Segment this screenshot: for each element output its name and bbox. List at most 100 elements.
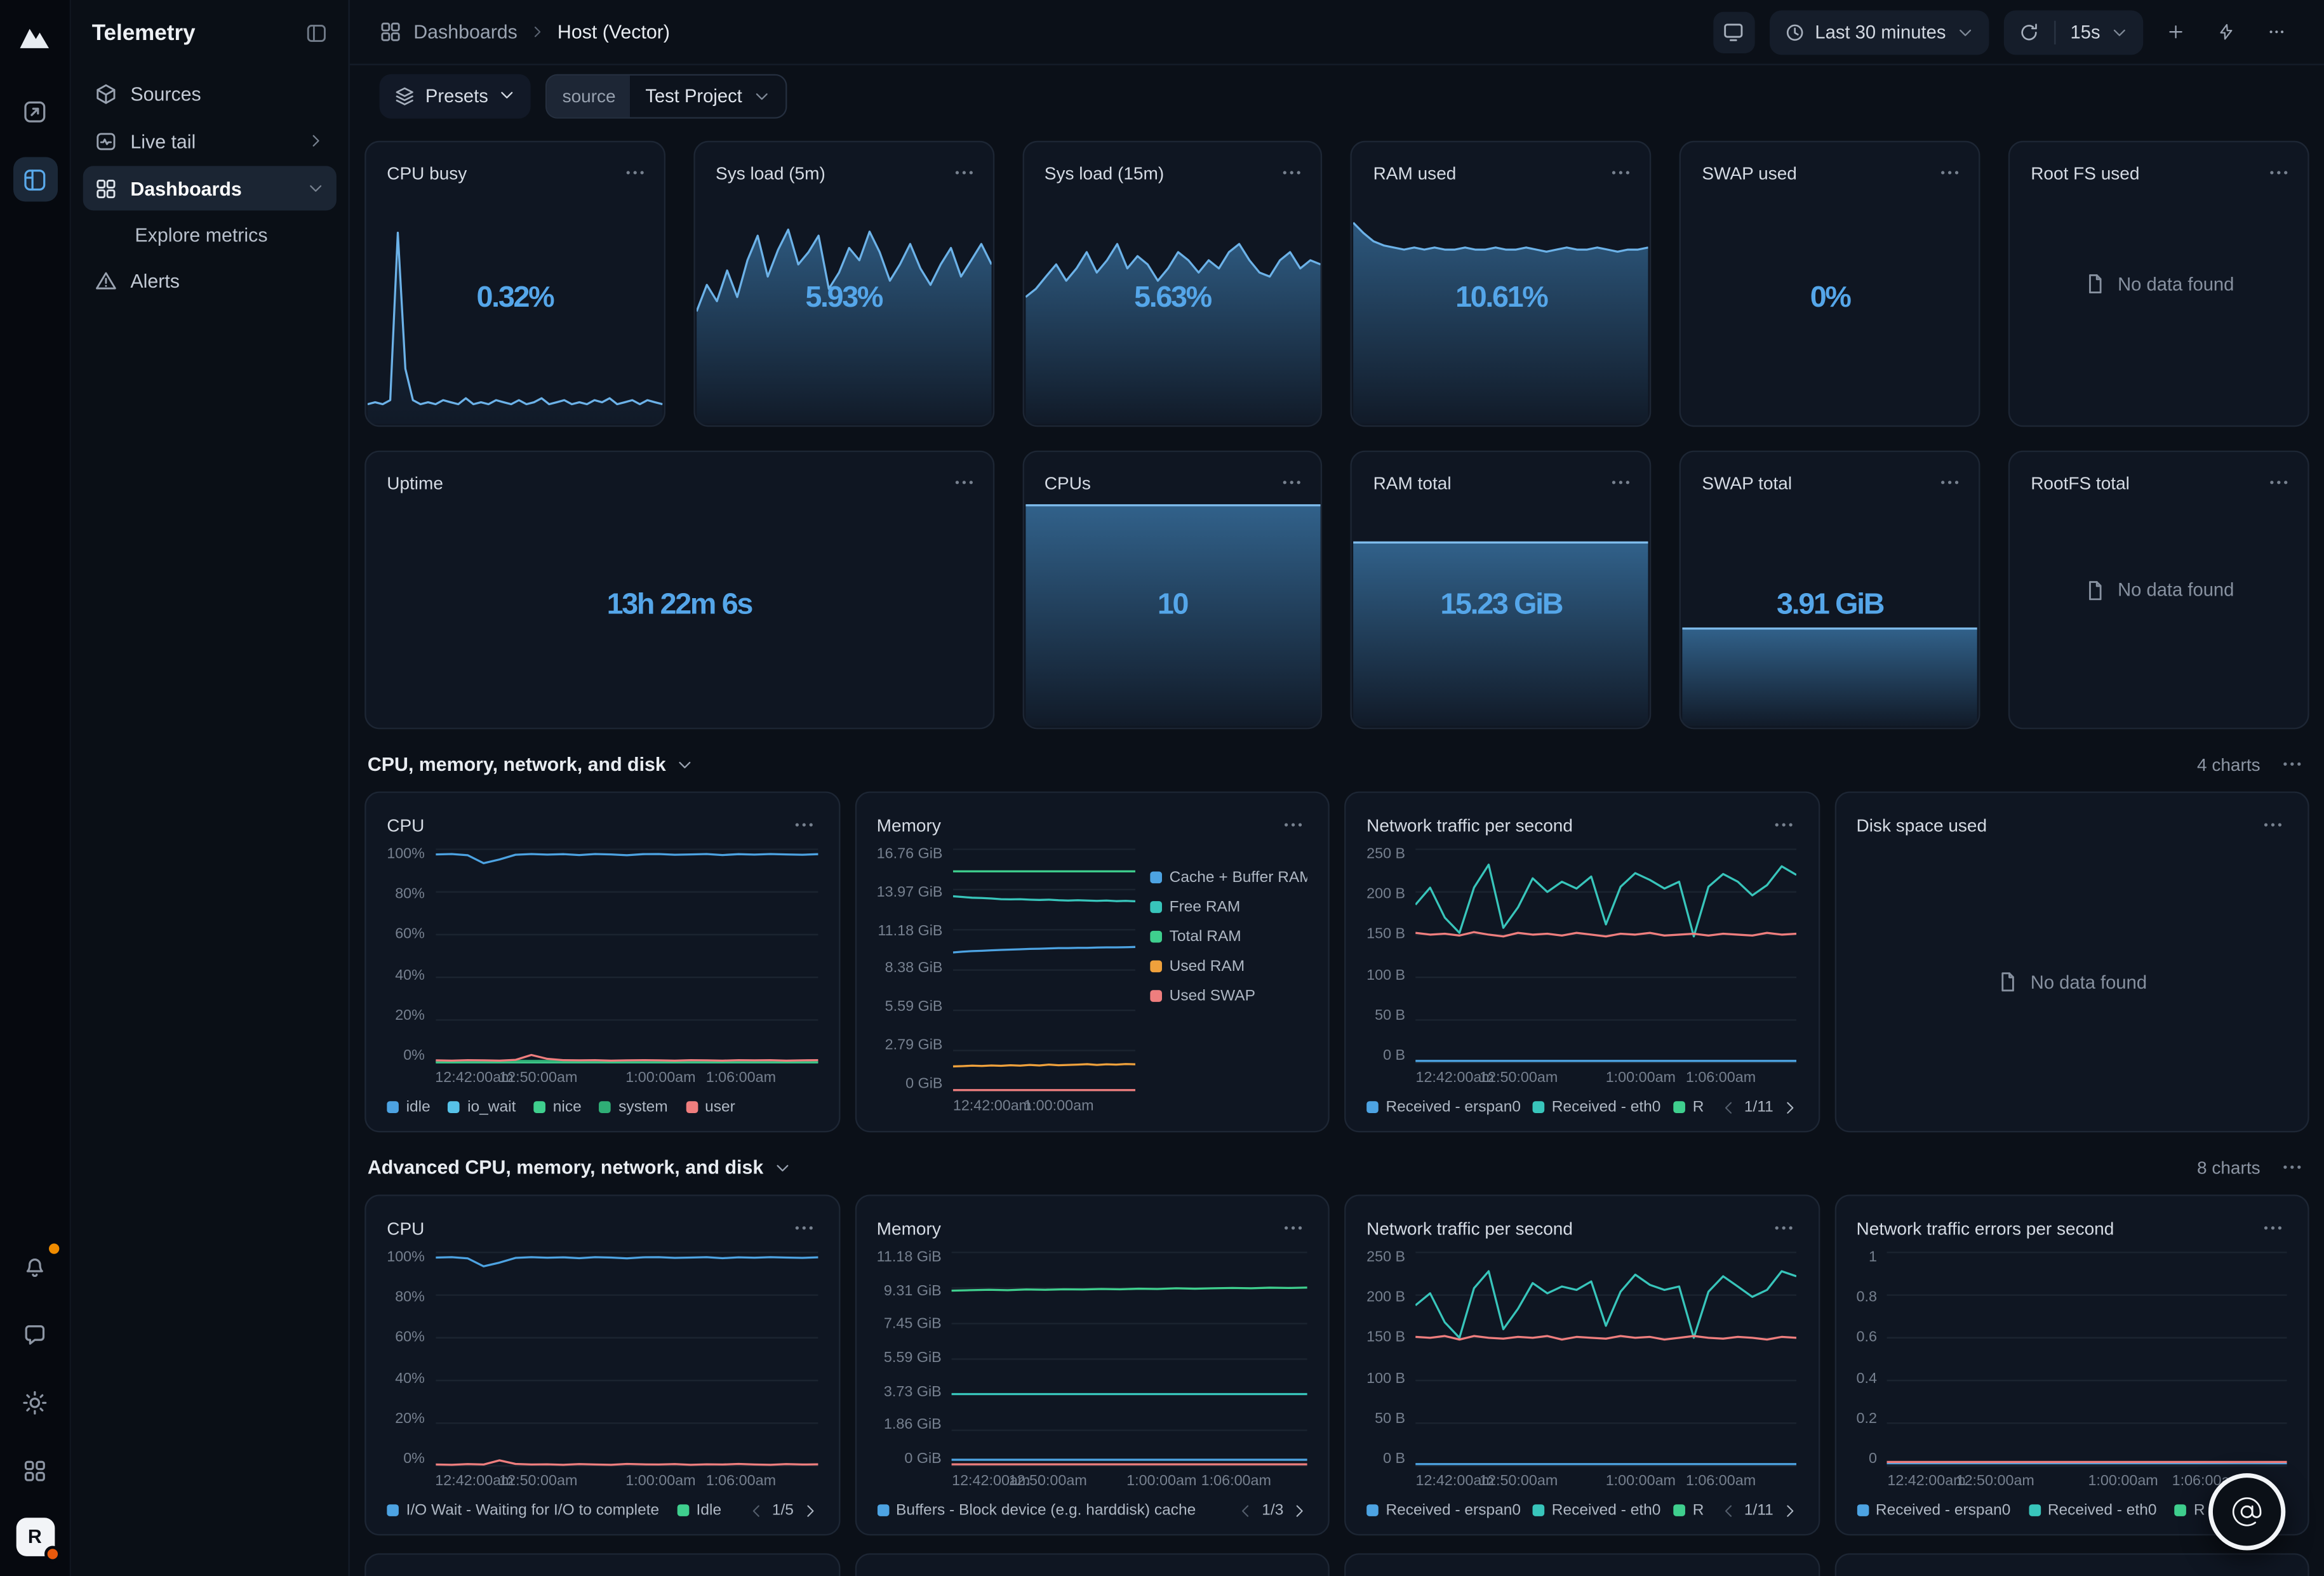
- chevron-down-icon: [2111, 23, 2128, 41]
- stats-row-1: CPU busy 0.32% Sys load (5m) 5.93% Sys l…: [364, 141, 2309, 427]
- legend-swatch: [1673, 1101, 1685, 1113]
- presets-button[interactable]: Presets: [380, 74, 531, 119]
- notifications-button[interactable]: [13, 1245, 57, 1289]
- panel-menu-button[interactable]: [2259, 1214, 2287, 1242]
- legend-item[interactable]: R: [1673, 1502, 1702, 1519]
- x-axis-tick: 12:50:00am: [499, 1473, 577, 1490]
- legend-prev-icon[interactable]: [1721, 1502, 1737, 1519]
- collapse-sidebar-button[interactable]: [302, 19, 330, 47]
- legend-item[interactable]: Idle: [677, 1502, 721, 1519]
- section-toggle[interactable]: CPU, memory, network, and disk: [368, 753, 694, 775]
- panel-menu-button[interactable]: [2265, 469, 2293, 497]
- sidebar-item-dashboards[interactable]: Dashboards: [83, 166, 337, 210]
- panel-menu-button[interactable]: [621, 159, 649, 187]
- legend-item[interactable]: io_wait: [448, 1099, 516, 1116]
- time-range-label: Last 30 minutes: [1815, 22, 1946, 43]
- legend-item[interactable]: Free RAM: [1150, 898, 1240, 916]
- legend-next-icon[interactable]: [801, 1502, 818, 1519]
- legend-label: nice: [553, 1099, 582, 1116]
- shortcuts-button[interactable]: [13, 1449, 57, 1493]
- legend-item[interactable]: nice: [533, 1099, 581, 1116]
- legend-next-icon[interactable]: [1291, 1502, 1307, 1519]
- panel-title: Sys load (5m): [716, 163, 825, 184]
- legend-item[interactable]: Used SWAP: [1150, 987, 1255, 1005]
- legend-item[interactable]: R: [1673, 1099, 1702, 1116]
- section-menu-button[interactable]: [2278, 1153, 2306, 1181]
- legend-item[interactable]: Cache + Buffer RAM: [1150, 869, 1307, 886]
- panel-menu-button[interactable]: [1936, 159, 1964, 187]
- panel-title: RAM total: [1373, 472, 1452, 493]
- source-filter-chip[interactable]: source Test Project: [546, 74, 787, 119]
- breadcrumb-root[interactable]: Dashboards: [413, 21, 518, 43]
- legend-prev-icon[interactable]: [1721, 1099, 1737, 1116]
- legend-item[interactable]: I/O Wait - Waiting for I/O to complete: [387, 1502, 659, 1519]
- presets-label: Presets: [425, 86, 488, 107]
- help-chat-button[interactable]: [2208, 1472, 2285, 1549]
- panel-menu-button[interactable]: [1278, 469, 1306, 497]
- legend-item[interactable]: Received - erspan0: [1366, 1502, 1514, 1519]
- legend-prev-icon[interactable]: [1238, 1502, 1255, 1519]
- time-range-picker[interactable]: Last 30 minutes: [1769, 10, 1989, 54]
- legend-item[interactable]: Received - erspan0: [1366, 1099, 1514, 1116]
- legend-next-icon[interactable]: [1781, 1502, 1798, 1519]
- legend-swatch: [677, 1504, 689, 1516]
- legend-next-icon[interactable]: [1781, 1099, 1798, 1116]
- panel-menu-button[interactable]: [789, 811, 817, 839]
- sidebar-item-explore-metrics[interactable]: Explore metrics: [83, 213, 337, 255]
- feedback-button[interactable]: [13, 1312, 57, 1357]
- panel-menu-button[interactable]: [1278, 159, 1306, 187]
- quick-actions-button[interactable]: [2208, 13, 2244, 51]
- section-toggle[interactable]: Advanced CPU, memory, network, and disk: [368, 1156, 792, 1179]
- legend-item[interactable]: Buffers - Block device (e.g. harddisk) c…: [877, 1502, 1196, 1519]
- chart-plot: [1415, 848, 1796, 1064]
- chart-plot: [435, 848, 817, 1064]
- panel-menu-button[interactable]: [2259, 811, 2287, 839]
- stat-panel-swap-used: SWAP used 0%: [1680, 141, 1980, 427]
- more-options-button[interactable]: [2259, 13, 2294, 51]
- ellipsis-icon: [792, 813, 815, 836]
- legend-item[interactable]: system: [599, 1099, 668, 1116]
- app-logo[interactable]: [17, 18, 53, 53]
- panel-menu-button[interactable]: [949, 469, 977, 497]
- add-panel-button[interactable]: [2158, 13, 2194, 51]
- x-axis-tick: 1:06:00am: [706, 1070, 776, 1086]
- panel-menu-button[interactable]: [1607, 159, 1635, 187]
- panel-menu-button[interactable]: [1769, 1214, 1797, 1242]
- panel-menu-button[interactable]: [789, 1214, 817, 1242]
- panel-menu-button[interactable]: [1279, 1214, 1307, 1242]
- refresh-interval-control[interactable]: 15s: [2003, 10, 2143, 54]
- legend-item[interactable]: R: [2174, 1502, 2205, 1519]
- legend-label: R: [1693, 1099, 1704, 1116]
- sidebar-item-alerts[interactable]: Alerts: [83, 258, 337, 302]
- legend-item[interactable]: idle: [387, 1099, 431, 1116]
- app-window: R Telemetry Sources Live tail: [0, 0, 2324, 1576]
- legend-swatch: [1150, 901, 1162, 913]
- chevron-down-icon: [774, 1158, 792, 1176]
- chart-panel-partial: [364, 1553, 839, 1576]
- panel-menu-button[interactable]: [1279, 811, 1307, 839]
- section-menu-button[interactable]: [2278, 750, 2306, 778]
- legend-item[interactable]: Total RAM: [1150, 928, 1241, 945]
- sun-icon: [22, 1390, 48, 1415]
- theme-toggle-button[interactable]: [13, 1380, 57, 1425]
- panel-menu-button[interactable]: [1769, 811, 1797, 839]
- legend-item[interactable]: Received - eth0: [1532, 1502, 1655, 1519]
- ellipsis-icon: [2267, 21, 2285, 43]
- legend-prev-icon[interactable]: [749, 1502, 765, 1519]
- sidebar-item-sources[interactable]: Sources: [83, 71, 337, 116]
- panel-menu-button[interactable]: [2265, 159, 2293, 187]
- rail-new-item-button[interactable]: [13, 89, 57, 133]
- sidebar-item-live-tail[interactable]: Live tail: [83, 119, 337, 163]
- legend-item[interactable]: Received - eth0: [2028, 1502, 2156, 1519]
- legend-item[interactable]: user: [686, 1099, 735, 1116]
- rail-telemetry-button[interactable]: [13, 157, 57, 201]
- user-avatar[interactable]: R: [16, 1517, 55, 1556]
- panel-menu-button[interactable]: [949, 159, 977, 187]
- panel-menu-button[interactable]: [1607, 469, 1635, 497]
- legend-item[interactable]: Used RAM: [1150, 958, 1245, 975]
- panel-menu-button[interactable]: [1936, 469, 1964, 497]
- legend-item[interactable]: Received - erspan0: [1857, 1502, 2011, 1519]
- legend-item[interactable]: Received - eth0: [1532, 1099, 1655, 1116]
- chart-plot: [1887, 1251, 2287, 1467]
- kiosk-mode-button[interactable]: [1713, 11, 1754, 53]
